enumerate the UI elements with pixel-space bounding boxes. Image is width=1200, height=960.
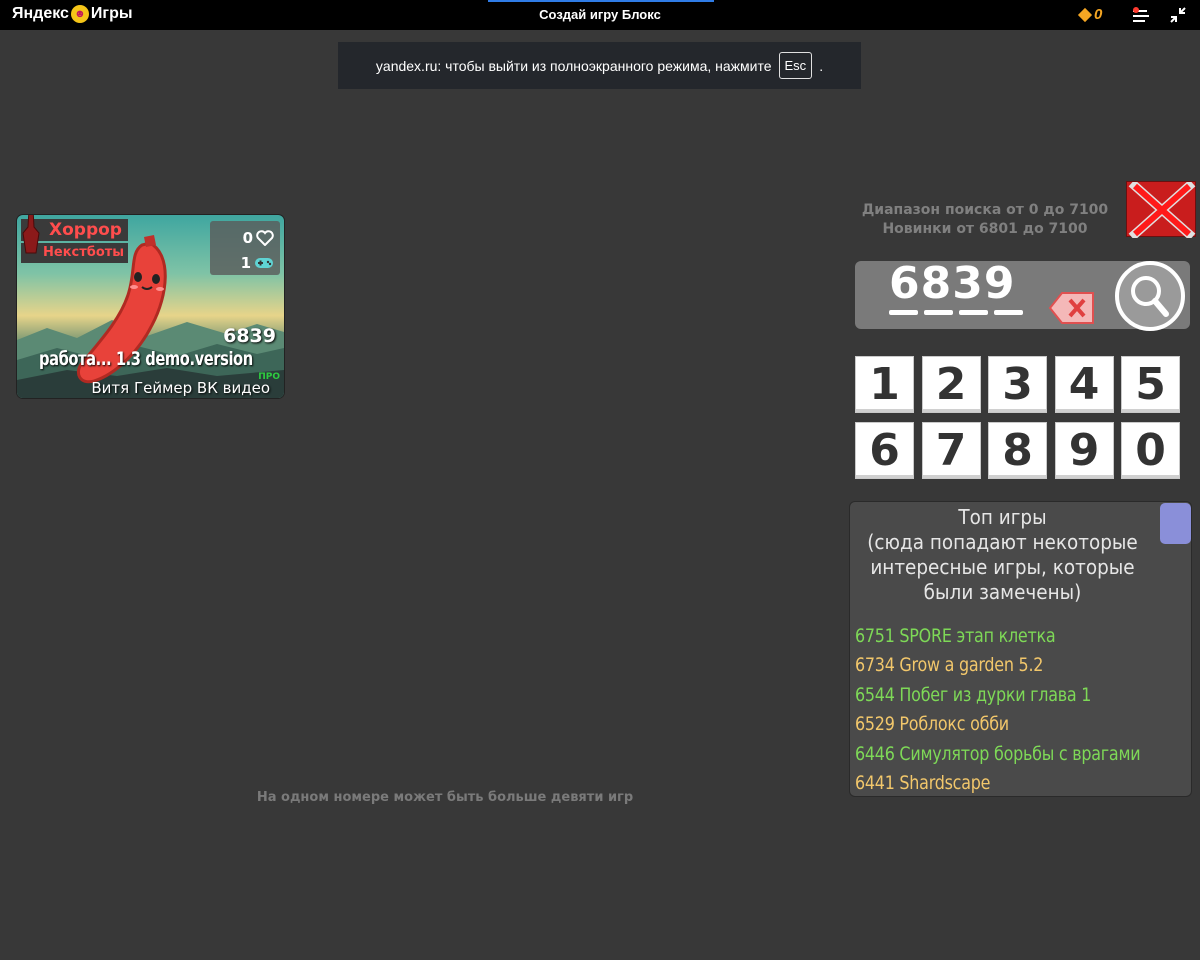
top-game-item[interactable]: 6734 Grow a garden 5.2 [855, 651, 1140, 680]
likes-count: 0 [242, 229, 253, 247]
digit-slot-2 [924, 310, 953, 315]
loading-progress-fill [488, 0, 714, 2]
toast-suffix: . [819, 57, 824, 74]
search-value: 6839 [889, 258, 1016, 309]
game-author: Витя Геймер ВК видео [91, 379, 270, 397]
digit-key-0[interactable]: 0 [1121, 422, 1180, 479]
heading-line-4: были замечены) [923, 580, 1082, 604]
digit-slot-3 [959, 310, 988, 315]
top-games-heading: Топ игры (сюда попадают некоторые интере… [862, 505, 1143, 605]
digit-key-6[interactable]: 6 [855, 422, 914, 479]
range-line-1: Диапазон поиска от 0 до 7100 [861, 202, 1109, 218]
top-games-panel: Топ игры (сюда попадают некоторые интере… [849, 501, 1192, 797]
backspace-icon [1048, 292, 1094, 324]
backspace-button[interactable] [1048, 291, 1096, 329]
digit-key-5[interactable]: 5 [1121, 356, 1180, 413]
heading-line-1: Топ игры [958, 505, 1047, 529]
digit-key-3[interactable]: 3 [988, 356, 1047, 413]
likes-row: 0 [243, 229, 274, 247]
top-bar: Яндекс ☻ Игры Создай игру Блокс 0 [0, 0, 1200, 30]
esc-key-label: Esc [778, 52, 813, 79]
game-card[interactable]: Хоррор Некстботы 0 1 6839 работа... 1.3 … [17, 215, 284, 398]
top-games-list: 6751 SPORE этап клетка 6734 Grow a garden… [855, 622, 1191, 796]
top-game-item[interactable]: 6446 Симулятор борьбы с врагами [855, 740, 1141, 769]
game-number: 6839 [223, 325, 276, 347]
digit-key-8[interactable]: 8 [988, 422, 1047, 479]
digit-key-7[interactable]: 7 [921, 422, 981, 479]
digit-slot-4 [994, 310, 1023, 315]
fullscreen-exit-hint: yandex.ru: чтобы выйти из полноэкранного… [338, 42, 861, 89]
game-title: Создай игру Блокс [539, 7, 661, 22]
top-game-item[interactable]: 6544 Побег из дурки глава 1 [855, 681, 1140, 710]
top-game-item[interactable]: 6441 Shardscape [855, 769, 1140, 796]
close-button[interactable] [1126, 179, 1196, 241]
number-search-field[interactable]: 6839 [855, 258, 1190, 331]
digit-key-1[interactable]: 1 [855, 356, 914, 413]
digit-key-4[interactable]: 4 [1054, 356, 1114, 413]
heading-line-2: (сюда попадают некоторые [867, 530, 1138, 554]
coins-balance[interactable]: 0 [1077, 6, 1103, 23]
card-stats: 0 1 [210, 221, 280, 275]
heart-icon [256, 230, 274, 246]
range-line-2: Новинки от 6801 до 7100 [882, 221, 1088, 237]
heading-line-3: интересные игры, которые [870, 555, 1135, 579]
players-count: 1 [240, 254, 251, 272]
footnote: На одном номере может быть больше девяти… [256, 790, 634, 805]
digit-key-2[interactable]: 2 [921, 356, 981, 413]
magnifier-icon [1115, 261, 1185, 331]
exit-fullscreen-icon[interactable] [1170, 7, 1186, 23]
gamepad-icon [255, 258, 273, 268]
close-icon [1128, 179, 1196, 241]
digit-key-9[interactable]: 9 [1054, 422, 1114, 479]
coins-value: 0 [1094, 6, 1103, 23]
scrollbar-thumb[interactable] [1160, 503, 1191, 544]
bloody-hand-icon [22, 215, 40, 254]
menu-icon[interactable] [1133, 7, 1149, 22]
search-button[interactable] [1110, 261, 1190, 335]
game-name: работа... 1.3 demo.version [39, 348, 253, 370]
top-game-item[interactable]: 6529 Роблокс обби [855, 710, 1140, 739]
digit-slot-1 [889, 310, 918, 315]
notification-dot [1133, 7, 1139, 13]
toast-message: yandex.ru: чтобы выйти из полноэкранного… [375, 57, 772, 74]
coin-icon [1077, 7, 1093, 22]
players-row: 1 [241, 254, 274, 272]
top-game-item[interactable]: 6751 SPORE этап клетка [855, 622, 1140, 651]
loading-progress-bar [488, 0, 714, 2]
search-range-info: Диапазон поиска от 0 до 7100 Новинки от … [850, 201, 1120, 239]
